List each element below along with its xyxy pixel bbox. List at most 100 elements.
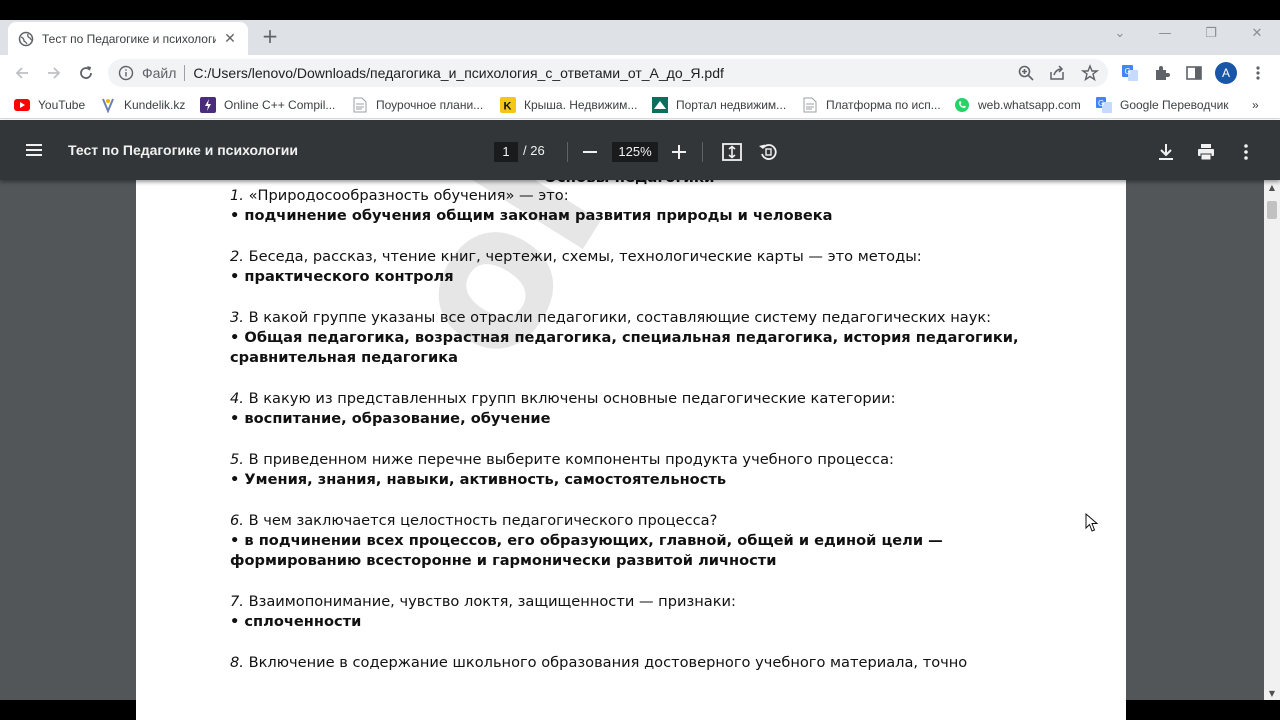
answer-text: • Общая педагогика, возрастная педагогик… [230,329,1019,366]
bookmark-google-translate[interactable]: G Google Переводчик [1096,96,1229,114]
page-icon [802,97,818,113]
question-item: 1. «Природосообразность обучения» — это:… [230,186,1060,226]
browser-toolbar: Файл C:/Users/lenovo/Downloads/педагогик… [0,55,1280,91]
reload-button[interactable] [74,61,98,85]
pdf-toolbar: Тест по Педагогике и психологии 1 / 26 1… [0,120,1280,180]
question-line: 2. Беседа, рассказ, чтение книг, чертежи… [230,247,1060,267]
forward-button[interactable] [42,61,66,85]
hamburger-menu-icon[interactable] [24,140,44,160]
bookmarks-bar: YouTube Kundelik.kz Online C++ Compil...… [0,91,1280,119]
back-button[interactable] [10,61,34,85]
question-item: 5. В приведенном ниже перечне выберите к… [230,450,1060,490]
bookmark-platform[interactable]: Платформа по исп... [802,96,941,114]
scroll-thumb[interactable] [1267,201,1277,219]
answer-text: • сплоченности [230,613,362,630]
bookmark-label: Kundelik.kz [124,98,186,112]
translate-extension-icon[interactable]: G [1120,63,1140,83]
question-text: «Природосообразность обучения» — это: [248,187,569,204]
question-text: Взаимопонимание, чувство локтя, защищенн… [248,593,736,610]
rotate-icon[interactable] [757,141,779,163]
minimize-button[interactable]: — [1155,26,1175,41]
print-icon[interactable] [1196,142,1216,162]
info-icon[interactable] [118,65,134,81]
question-item: 4. В какую из представленных групп включ… [230,389,1060,429]
krisha-icon: K [500,97,516,113]
restore-button[interactable]: ❐ [1201,26,1221,41]
bookmarks-overflow-button[interactable]: » [1252,96,1259,114]
tab-strip: Тест по Педагогике и психологии ✕ + ⌄ — … [0,20,1280,55]
question-item: 3. В какой группе указаны все отрасли пе… [230,308,1060,368]
question-number: 8. [230,654,244,671]
divider [702,142,703,162]
zoom-in-icon[interactable] [669,142,689,162]
page-number-input[interactable]: 1 [494,142,518,162]
question-item: 7. Взаимопонимание, чувство локтя, защищ… [230,592,1060,632]
bookmark-whatsapp[interactable]: web.whatsapp.com [954,96,1081,114]
address-divider [184,65,186,81]
bookmark-label: Портал недвижим... [676,98,787,112]
question-number: 6. [230,512,244,529]
kebab-menu-icon[interactable] [1248,63,1268,83]
star-icon[interactable] [1080,63,1100,83]
tab-active[interactable]: Тест по Педагогике и психологии ✕ [8,22,248,55]
question-text: В какой группе указаны все отрасли педаг… [248,309,992,326]
screen: Тест по Педагогике и психологии ✕ + ⌄ — … [0,0,1280,720]
zoom-icon[interactable] [1016,63,1036,83]
svg-text:K: K [504,101,512,113]
youtube-icon [14,97,30,113]
answer-text: • в подчинении всех процессов, его образ… [230,532,943,569]
tab-search-icon[interactable]: ⌄ [1110,26,1130,41]
globe-icon [18,31,34,47]
zoom-out-icon[interactable] [580,142,600,162]
bookmark-krisha[interactable]: K Крыша. Недвижим... [500,96,637,114]
svg-text:G: G [1098,99,1104,108]
question-line: 5. В приведенном ниже перечне выберите к… [230,450,1060,470]
question-number: 3. [230,309,244,326]
avatar[interactable]: A [1215,62,1237,84]
bookmark-label: web.whatsapp.com [978,98,1081,112]
scrollbar[interactable]: ▲ ▼ [1264,180,1280,700]
share-icon[interactable] [1047,63,1067,83]
download-icon[interactable] [1156,142,1176,162]
fit-to-page-icon[interactable] [721,142,743,162]
scroll-down-arrow-icon[interactable]: ▼ [1264,686,1280,700]
bookmark-kundelik[interactable]: Kundelik.kz [100,96,185,114]
whatsapp-icon [954,97,970,113]
puzzle-icon[interactable] [1152,63,1172,83]
bookmark-online-compiler[interactable]: Online C++ Compil... [200,96,335,114]
zoom-level-input[interactable]: 125% [612,142,658,162]
arrow-right-icon [48,67,61,79]
mouse-cursor-icon [1085,513,1099,532]
address-bar[interactable]: Файл C:/Users/lenovo/Downloads/педагогик… [108,59,1108,87]
scheme-label: Файл [142,65,177,81]
new-tab-button[interactable]: + [260,26,280,46]
portal-icon [652,97,668,113]
answer-text: • подчинение обучения общим законам разв… [230,207,833,224]
pdf-page: oltest.kz Основы педагогики 1. «Природос… [136,160,1126,720]
question-item: 8. Включение в содержание школьного обра… [230,653,1060,673]
question-text: В чем заключается целостность педагогиче… [248,512,718,529]
answer-text: • воспитание, образование, обучение [230,410,551,427]
bookmark-label: YouTube [38,98,86,112]
bookmark-label: Платформа по исп... [826,98,941,112]
question-line: 1. «Природосообразность обучения» — это: [230,186,1060,206]
question-line: 8. Включение в содержание школьного обра… [230,653,1060,673]
arrow-left-icon [15,67,28,79]
close-window-button[interactable]: ✕ [1247,26,1267,41]
scroll-up-arrow-icon[interactable]: ▲ [1264,180,1280,194]
chevron-double-right-icon: » [1252,98,1259,112]
question-line: 4. В какую из представленных групп включ… [230,389,1060,409]
more-actions-icon[interactable] [1236,142,1256,162]
question-item: 2. Беседа, рассказ, чтение книг, чертежи… [230,247,1060,287]
pdf-viewer: Тест по Педагогике и психологии 1 / 26 1… [0,120,1280,720]
bookmark-label: Поурочное плани... [376,98,484,112]
side-panel-icon[interactable] [1184,63,1204,83]
question-number: 5. [230,451,244,468]
close-icon[interactable]: ✕ [222,31,238,47]
bookmark-youtube[interactable]: YouTube [14,96,85,114]
divider [567,142,568,162]
answer-text: • практического контроля [230,268,454,285]
bookmark-lesson-plan[interactable]: Поурочное плани... [352,96,483,114]
bookmark-portal[interactable]: Портал недвижим... [652,96,786,114]
url-text[interactable]: C:/Users/lenovo/Downloads/педагогика_и_п… [193,65,723,81]
